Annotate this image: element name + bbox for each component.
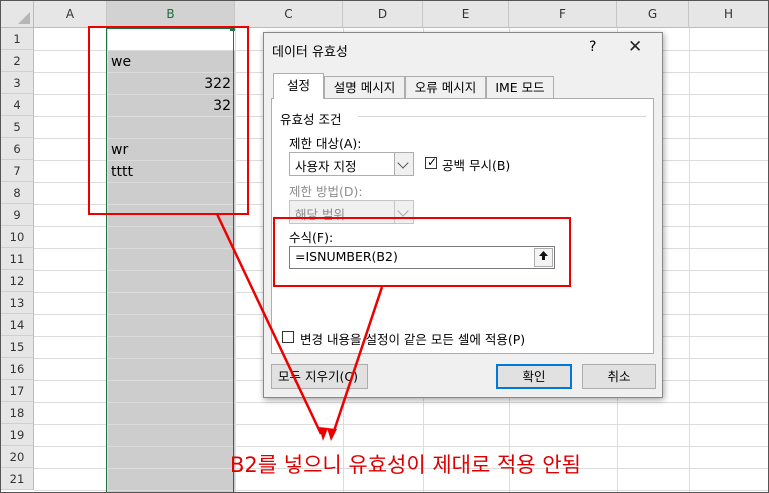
annotation-arrows xyxy=(215,213,384,441)
arrowhead-right-icon xyxy=(327,428,337,441)
annotation-note: B2를 넣으니 유효성이 제대로 적용 안됨 xyxy=(230,453,581,477)
tab-settings[interactable]: 설정 xyxy=(273,73,324,99)
arrow-line-right xyxy=(331,286,384,435)
excel-window: A B C D E F G H 1 2 3 4 5 6 7 8 9 10 11 … xyxy=(0,0,769,493)
arrow-line-left xyxy=(215,213,323,435)
